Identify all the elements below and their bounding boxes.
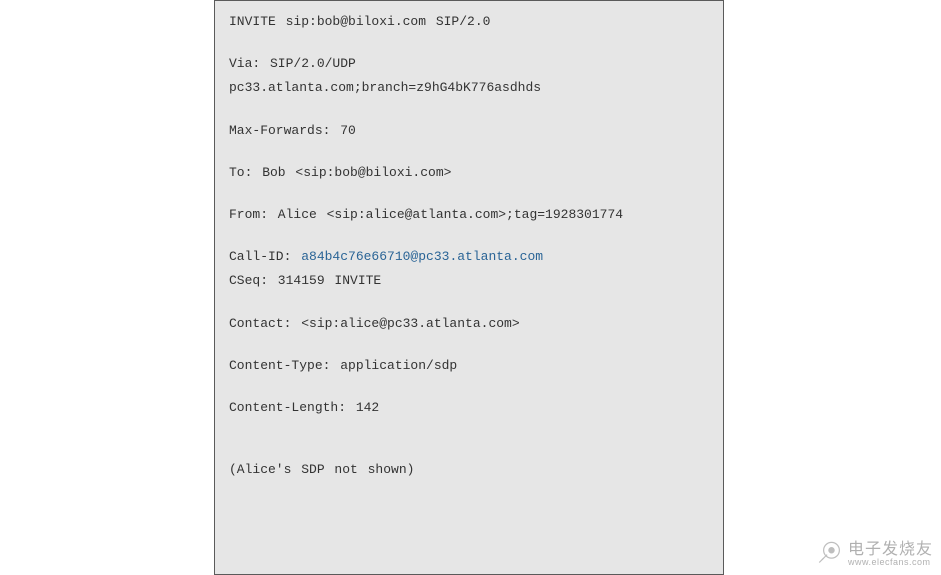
sip-contact: Contact: <sip:alice@pc33.atlanta.com>: [229, 315, 711, 333]
sip-content-length: Content-Length: 142: [229, 399, 711, 417]
sip-request-line: INVITE sip:bob@biloxi.com SIP/2.0: [229, 13, 711, 31]
sip-sdp-note: (Alice's SDP not shown): [229, 461, 711, 479]
sip-content-type: Content-Type: application/sdp: [229, 357, 711, 375]
sip-max-forwards: Max-Forwards: 70: [229, 122, 711, 140]
watermark-url: www.elecfans.com: [848, 558, 933, 568]
sip-via-label: Via: SIP/2.0/UDP: [229, 55, 711, 73]
sip-cseq: CSeq: 314159 INVITE: [229, 272, 711, 290]
sip-call-id-link[interactable]: a84b4c76e66710@pc33.atlanta.com: [301, 249, 543, 264]
watermark: 电子发烧友 www.elecfans.com: [814, 538, 933, 571]
sip-call-id: Call-ID: a84b4c76e66710@pc33.atlanta.com: [229, 248, 711, 266]
sip-to-header: To: Bob <sip:bob@biloxi.com>: [229, 164, 711, 182]
sip-message-box: INVITE sip:bob@biloxi.com SIP/2.0 Via: S…: [214, 0, 724, 575]
sip-via-value: pc33.atlanta.com;branch=z9hG4bK776asdhds: [229, 79, 711, 97]
sip-from-header: From: Alice <sip:alice@atlanta.com>;tag=…: [229, 206, 711, 224]
watermark-text: 电子发烧友: [848, 541, 933, 559]
sip-call-id-label: Call-ID:: [229, 249, 301, 264]
soldering-iron-icon: [814, 538, 842, 571]
